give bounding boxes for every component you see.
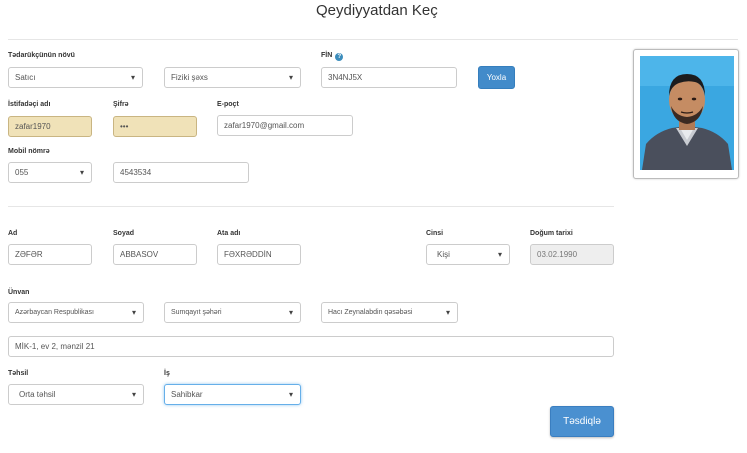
street-address-input[interactable]: MİK-1, ev 2, mənzil 21: [8, 336, 614, 357]
section-divider: [8, 206, 614, 207]
fin-input[interactable]: 3N4NJ5X: [321, 67, 457, 88]
gender-value: Kişi: [437, 250, 450, 259]
job-label: İş: [164, 370, 170, 377]
first-name-label: Ad: [8, 230, 18, 237]
gender-select[interactable]: Kişi: [426, 244, 510, 265]
father-name-label: Ata adı: [217, 230, 241, 237]
password-label: Şifrə: [113, 101, 129, 108]
gender-label: Cinsi: [426, 230, 444, 237]
birth-date-label: Doğum tarixi: [530, 230, 573, 237]
email-label: E-poçt: [217, 101, 239, 108]
check-button[interactable]: Yoxla: [478, 66, 515, 89]
mobile-prefix-select[interactable]: 055: [8, 162, 92, 183]
fin-label: FİN?: [321, 52, 344, 61]
mobile-number-input[interactable]: 4543534: [113, 162, 249, 183]
first-name-input[interactable]: ZƏFƏR: [8, 244, 92, 265]
person-type-select[interactable]: Fiziki şəxs: [164, 67, 301, 88]
help-icon[interactable]: ?: [335, 53, 344, 61]
email-input[interactable]: zafar1970@gmail.com: [217, 115, 353, 136]
education-select[interactable]: Orta təhsil: [8, 384, 144, 405]
city-select[interactable]: Sumqayıt şəhəri: [164, 302, 301, 323]
last-name-label: Soyad: [113, 230, 135, 237]
mobile-label: Mobil nömrə: [8, 148, 50, 155]
country-select[interactable]: Azərbaycan Respublikası: [8, 302, 144, 323]
username-label: İstifadəçi adı: [8, 101, 51, 108]
father-name-input[interactable]: FƏXRƏDDİN: [217, 244, 301, 265]
address-label: Ünvan: [8, 289, 30, 296]
supplier-type-select[interactable]: Satıcı: [8, 67, 143, 88]
profile-photo: [640, 56, 734, 170]
birth-date-input: 03.02.1990: [530, 244, 614, 265]
last-name-input[interactable]: ABBASOV: [113, 244, 197, 265]
supplier-type-label: Tədarükçünün növü: [8, 52, 75, 59]
profile-photo-frame: [633, 49, 739, 179]
education-label: Təhsil: [8, 370, 29, 377]
username-input[interactable]: zafar1970: [8, 116, 92, 137]
settlement-select[interactable]: Hacı Zeynalabdin qəsəbəsi: [321, 302, 458, 323]
submit-button[interactable]: Təsdiqlə: [550, 406, 614, 437]
education-value: Orta təhsil: [19, 390, 56, 399]
job-select[interactable]: Sahibkar: [164, 384, 301, 405]
password-input[interactable]: •••: [113, 116, 197, 137]
header-divider: [8, 39, 738, 40]
